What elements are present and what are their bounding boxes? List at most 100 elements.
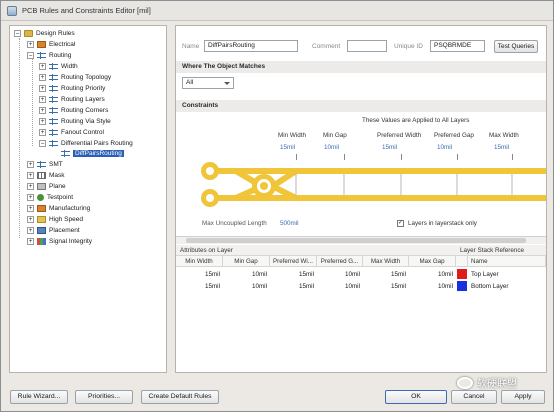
cell-max-width[interactable]: 15mil <box>363 281 409 292</box>
electrical-icon <box>37 41 46 48</box>
tree-item-manufacturing[interactable]: + Manufacturing <box>27 203 90 214</box>
tree-item-routing-topology[interactable]: + Routing Topology <box>39 72 111 83</box>
where-matches-header: Where The Object Matches <box>176 61 546 73</box>
cell-preferred-gap[interactable]: 10mil <box>317 269 363 280</box>
rules-tree[interactable]: − Design Rules + Electrical − Routing + … <box>9 25 167 373</box>
expand-icon[interactable]: + <box>27 194 34 201</box>
cell-min-gap[interactable]: 10mil <box>223 269 270 280</box>
layerstack-only-checkbox[interactable]: ✓ <box>397 220 404 227</box>
diff-pair-trace-graphic <box>201 162 546 207</box>
name-label: Name <box>182 43 200 50</box>
constraints-diagram: These Values are Applied to All Layers M… <box>176 114 546 236</box>
layer-attributes-table: Attributes on Layer Layer Stack Referenc… <box>176 245 546 372</box>
expand-icon[interactable]: + <box>39 107 46 114</box>
rule-name-input[interactable]: DiffPairsRouting <box>204 40 298 52</box>
col-max-width[interactable]: Max Width <box>363 256 409 267</box>
tree-item-electrical[interactable]: + Electrical <box>27 39 75 50</box>
test-queries-button[interactable]: Test Queries <box>494 40 538 53</box>
cell-max-width[interactable]: 15mil <box>363 269 409 280</box>
layer-stack-reference-group: Layer Stack Reference <box>456 245 546 256</box>
col-preferred-width[interactable]: Preferred Wi... <box>270 256 317 267</box>
cell-preferred-gap[interactable]: 10mil <box>317 281 363 292</box>
cell-preferred-width[interactable]: 15mil <box>270 269 317 280</box>
min-gap-value[interactable]: 10mil <box>324 144 339 151</box>
tree-item-width[interactable]: + Width <box>39 61 78 72</box>
expand-icon[interactable]: + <box>27 205 34 212</box>
col-preferred-gap[interactable]: Preferred G... <box>317 256 363 267</box>
expand-icon[interactable]: + <box>27 183 34 190</box>
cancel-button[interactable]: Cancel <box>451 390 497 404</box>
collapse-icon[interactable]: − <box>27 52 34 59</box>
tree-item-routing[interactable]: − Routing <box>27 50 71 61</box>
cell-layer-name[interactable]: Bottom Layer <box>468 281 508 292</box>
title-bar[interactable]: PCB Rules and Constraints Editor [mil] <box>1 1 553 21</box>
expand-icon[interactable]: + <box>39 129 46 136</box>
cell-layer-name[interactable]: Top Layer <box>468 269 499 280</box>
folder-icon <box>24 30 33 37</box>
via-hole-top <box>206 167 214 175</box>
tree-root-design-rules[interactable]: − Design Rules <box>14 28 75 39</box>
col-min-width[interactable]: Min Width <box>176 256 223 267</box>
col-layer-name[interactable]: Name <box>468 256 546 267</box>
preferred-width-value[interactable]: 15mil <box>382 144 397 151</box>
rules-editor-window: PCB Rules and Constraints Editor [mil] −… <box>0 0 554 412</box>
rule-wizard-button[interactable]: Rule Wizard... <box>10 390 68 404</box>
expand-icon[interactable]: + <box>27 161 34 168</box>
tree-item-plane[interactable]: + Plane <box>27 181 66 192</box>
unique-id-input[interactable]: PSQBRMDE <box>430 40 485 52</box>
expand-icon[interactable]: + <box>27 172 34 179</box>
tree-item-diffpairsrouting[interactable]: DiffPairsRouting <box>61 148 124 159</box>
tree-item-routing-priority[interactable]: + Routing Priority <box>39 83 105 94</box>
tree-item-mask[interactable]: + Mask <box>27 170 65 181</box>
min-width-value[interactable]: 15mil <box>280 144 295 151</box>
expand-icon[interactable]: + <box>39 63 46 70</box>
horizontal-scrollbar[interactable] <box>176 236 546 244</box>
chat-bubble-icon <box>457 376 473 389</box>
cell-max-gap[interactable]: 10mil <box>409 269 456 280</box>
tree-item-routing-corners[interactable]: + Routing Corners <box>39 105 108 116</box>
col-min-gap[interactable]: Min Gap <box>223 256 270 267</box>
max-uncoupled-length-label: Max Uncoupled Length <box>202 220 267 227</box>
expand-icon[interactable]: + <box>39 85 46 92</box>
max-width-value[interactable]: 15mil <box>494 144 509 151</box>
cell-min-width[interactable]: 15mil <box>176 269 223 280</box>
comment-input[interactable] <box>347 40 387 52</box>
expand-icon[interactable]: + <box>39 96 46 103</box>
cell-min-gap[interactable]: 10mil <box>223 281 270 292</box>
max-uncoupled-length-value[interactable]: 500mil <box>280 220 299 227</box>
cell-max-gap[interactable]: 10mil <box>409 281 456 292</box>
expand-icon[interactable]: + <box>39 74 46 81</box>
tree-item-signal-integrity[interactable]: + Signal Integrity <box>27 236 92 247</box>
tree-item-high-speed[interactable]: + High Speed <box>27 214 83 225</box>
collapse-icon[interactable]: − <box>39 140 46 147</box>
tree-item-routing-layers[interactable]: + Routing Layers <box>39 94 105 105</box>
scrollbar-thumb[interactable] <box>186 238 526 243</box>
tree-item-testpoint[interactable]: + Testpoint <box>27 192 73 203</box>
tree-item-placement[interactable]: + Placement <box>27 225 80 236</box>
expand-icon[interactable]: + <box>27 238 34 245</box>
cell-preferred-width[interactable]: 15mil <box>270 281 317 292</box>
collapse-icon[interactable]: − <box>14 30 21 37</box>
create-default-rules-button[interactable]: Create Default Rules <box>141 390 219 404</box>
apply-button[interactable]: Apply <box>501 390 545 404</box>
match-scope-select[interactable]: All <box>182 77 234 89</box>
col-max-gap[interactable]: Max Gap <box>409 256 456 267</box>
tree-item-fanout-control[interactable]: + Fanout Control <box>39 127 104 138</box>
expand-icon[interactable]: + <box>27 41 34 48</box>
col-color[interactable] <box>456 256 468 267</box>
manufacturing-icon <box>37 205 46 212</box>
rule-icon <box>49 85 58 92</box>
signal-integrity-icon <box>37 238 46 245</box>
unique-id-label: Unique ID <box>394 43 423 50</box>
cell-min-width[interactable]: 15mil <box>176 281 223 292</box>
priorities-button[interactable]: Priorities... <box>75 390 133 404</box>
comment-label: Comment <box>312 43 341 50</box>
expand-icon[interactable]: + <box>27 216 34 223</box>
preferred-gap-value[interactable]: 10mil <box>437 144 452 151</box>
tree-item-routing-via-style[interactable]: + Routing Via Style <box>39 116 111 127</box>
tree-item-smt[interactable]: + SMT <box>27 159 63 170</box>
ok-button[interactable]: OK <box>385 390 447 404</box>
expand-icon[interactable]: + <box>27 227 34 234</box>
rule-icon <box>49 118 58 125</box>
expand-icon[interactable]: + <box>39 118 46 125</box>
